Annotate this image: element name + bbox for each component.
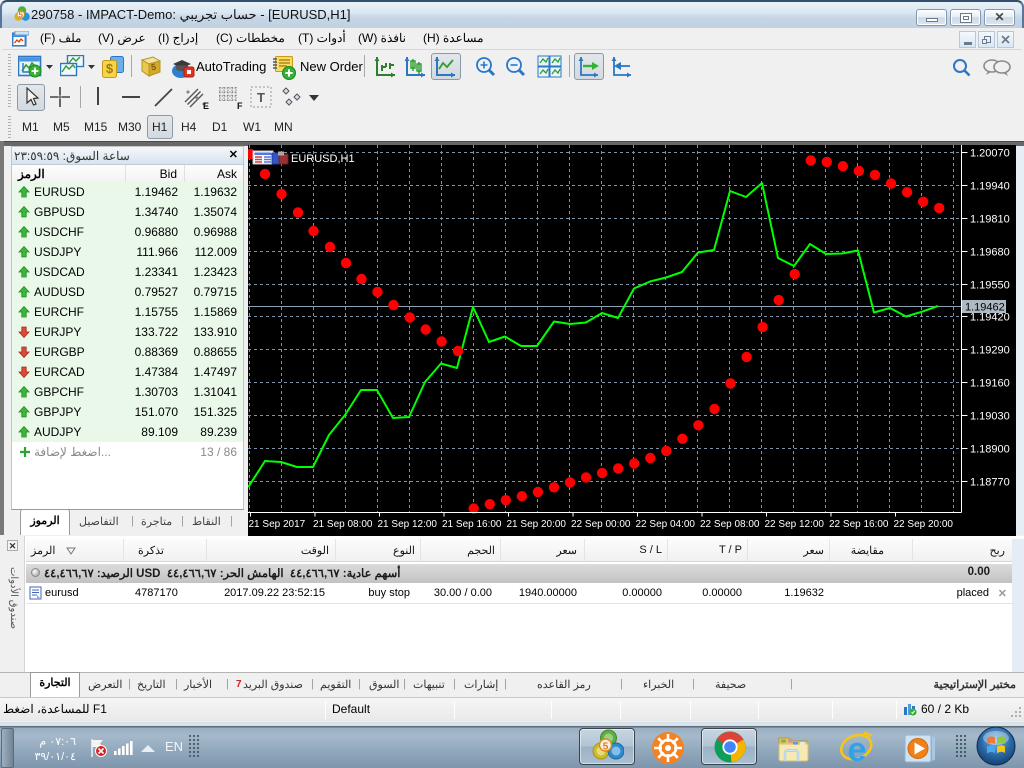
svg-text:F: F	[237, 101, 243, 111]
svg-text:22 Sep 20:00: 22 Sep 20:00	[894, 519, 954, 530]
svg-text:5: 5	[603, 742, 609, 753]
svg-text:T: T	[257, 90, 265, 105]
svg-text:1.19810: 1.19810	[970, 214, 1010, 226]
svg-text:22 Sep 16:00: 22 Sep 16:00	[829, 519, 889, 530]
svg-text:1.19030: 1.19030	[970, 411, 1010, 423]
svg-text:21 Sep 16:00: 21 Sep 16:00	[442, 519, 502, 530]
svg-text:22 Sep 12:00: 22 Sep 12:00	[765, 519, 825, 530]
svg-text:1.19160: 1.19160	[970, 378, 1010, 390]
svg-text:1.19940: 1.19940	[970, 181, 1010, 193]
svg-text:EURUSD,H1: EURUSD,H1	[291, 153, 355, 165]
svg-text:21 Sep 12:00: 21 Sep 12:00	[378, 519, 438, 530]
svg-text:e: e	[848, 731, 867, 767]
svg-text:21 Sep 20:00: 21 Sep 20:00	[507, 519, 567, 530]
svg-text:1.18900: 1.18900	[970, 444, 1010, 456]
svg-text:1.19462: 1.19462	[965, 302, 1005, 314]
svg-text:E: E	[203, 101, 209, 111]
svg-text:21 Sep 08:00: 21 Sep 08:00	[313, 519, 373, 530]
svg-text:22 Sep 08:00: 22 Sep 08:00	[700, 519, 760, 530]
svg-text:$: $	[106, 61, 114, 76]
svg-text:1.19680: 1.19680	[970, 247, 1010, 259]
svg-text:1.19290: 1.19290	[970, 345, 1010, 357]
svg-text:21 Sep 2017: 21 Sep 2017	[249, 519, 306, 530]
svg-text:1.19550: 1.19550	[970, 280, 1010, 292]
svg-text:5: 5	[18, 11, 23, 20]
svg-text:22 Sep 00:00: 22 Sep 00:00	[571, 519, 631, 530]
svg-text:1.18770: 1.18770	[970, 477, 1010, 489]
svg-text:1.20070: 1.20070	[970, 148, 1010, 160]
svg-text:22 Sep 04:00: 22 Sep 04:00	[636, 519, 696, 530]
